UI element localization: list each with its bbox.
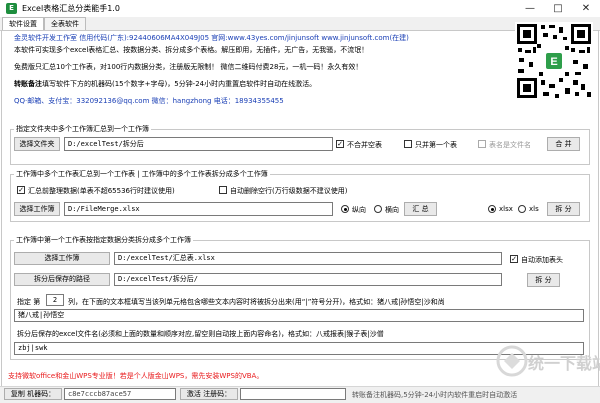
auto-header-label: 自动添加表头 xyxy=(521,256,563,264)
merge-button[interactable]: 合 并 xyxy=(547,137,580,151)
vertical-label: 纵向 xyxy=(352,206,366,214)
excel-green-icon: E xyxy=(6,3,17,14)
xlsx-label: xlsx xyxy=(499,205,513,213)
vertical-radio[interactable] xyxy=(341,205,349,213)
skip-empty-label: 不合并空表 xyxy=(347,141,382,149)
auto-delete-empty-checkbox[interactable] xyxy=(219,186,227,194)
wps-support-note: 支持微软office和金山WPS专业版！若是个人版金山WPS，需先安装WPS的V… xyxy=(8,372,264,380)
section2-title: 工作簿中多个工作表汇总到一个工作表 | 工作簿中的多个工作表拆分成多个工作簿 xyxy=(14,169,270,179)
summary-button[interactable]: 汇 总 xyxy=(404,202,437,216)
qr-code-image: E xyxy=(515,22,593,100)
filename-hint: 拆分后保存的excel文件名(必须和上面的数量和顺序对应,留空则自动按上面内容命… xyxy=(17,330,384,338)
copy-machine-code-button[interactable]: 复制 机器码： xyxy=(4,388,62,400)
svg-text:E: E xyxy=(550,56,557,68)
window-title: Excel表格汇总分类能手1.0 xyxy=(22,4,120,13)
source-workbook-input[interactable]: D:/excelTest/汇总表.xlsx xyxy=(114,252,502,265)
register-prefix: 转账备注 xyxy=(14,80,42,88)
horizontal-radio[interactable] xyxy=(374,205,382,213)
split-sheets-button[interactable]: 拆 分 xyxy=(547,202,580,216)
select-folder-button[interactable]: 选择文件夹 xyxy=(14,137,60,151)
only-first-label: 只并第一个表 xyxy=(415,141,457,149)
keywords-input[interactable]: 猪八戒|孙悟空 xyxy=(14,309,584,322)
auto-header-checkbox[interactable]: ✓ xyxy=(510,255,518,263)
save-path-button[interactable]: 拆分后保存的路径 xyxy=(14,273,110,286)
select-source-workbook-button[interactable]: 选择工作簿 xyxy=(14,252,110,265)
minimize-button[interactable]: — xyxy=(516,0,544,17)
company-info: 金灵软件开发工作室 信用代码(广东):92440606MA4X049J05 官网… xyxy=(14,34,409,42)
select-workbook-button[interactable]: 选择工作簿 xyxy=(14,202,60,216)
summarize-data-label: 汇总前整理数据(单表不超65536行时建议使用) xyxy=(28,187,175,195)
tab-software-settings[interactable]: 软件设置 xyxy=(2,17,44,31)
contact-info: QQ·邮箱、支付宝：332092136@qq.com 微信：hangzhong … xyxy=(14,97,284,105)
register-text: 填写软件下方的机器码(15个数字+字母)，5分钟-24小时内重置启软件时自动在线… xyxy=(42,80,317,88)
auto-delete-empty-label: 自动删除空行(万行级数据不建议使用) xyxy=(230,187,348,195)
summarize-data-checkbox[interactable]: ✓ xyxy=(17,186,25,194)
only-first-checkbox[interactable] xyxy=(404,140,412,148)
save-path-input[interactable]: D:/excelTest/拆分后/ xyxy=(114,273,502,286)
register-hint: 转账备注填写软件下方的机器码(15个数字+字母)，5分钟-24小时内重置启软件时… xyxy=(14,79,316,89)
wechat-qr-code: E xyxy=(515,22,593,100)
workbook-path-input[interactable]: D:/FileMerge.xlsx xyxy=(64,202,333,216)
status-text: 转账备注机器码,5分钟-24小时内软件重启时自动激活 xyxy=(352,391,518,399)
register-code-input[interactable] xyxy=(240,388,346,400)
sheetname-as-filename-label: 表名是文件名 xyxy=(489,141,531,149)
activate-register-button[interactable]: 激活 注册码： xyxy=(180,388,238,400)
xlsx-radio[interactable] xyxy=(488,205,496,213)
watermark-text: 统一下载站 xyxy=(528,354,600,373)
split-classify-button[interactable]: 拆 分 xyxy=(527,273,560,287)
title-bar: E Excel表格汇总分类能手1.0 — □ ✕ xyxy=(0,0,600,17)
section1-title: 指定文件夹中多个工作簿汇总到一个工作簿 xyxy=(14,124,151,134)
column-spec-text: 列，在下面的文本框填写当该列单元格包含哪些文本内容时将被拆分出来(用“|”符号分… xyxy=(68,298,445,306)
tab-all-software[interactable]: 全表软件 xyxy=(44,17,86,30)
folder-path-input[interactable]: D:/excelTest/拆分后 xyxy=(64,137,333,151)
maximize-button[interactable]: □ xyxy=(544,0,572,17)
xls-label: xls xyxy=(529,205,539,213)
machine-code-field[interactable]: c8e7cccb87ace57 xyxy=(64,388,176,400)
watermark: 统一下载站 xyxy=(492,336,600,386)
horizontal-label: 横向 xyxy=(385,206,399,214)
skip-empty-checkbox[interactable]: ✓ xyxy=(336,140,344,148)
free-version-text: 免费版只汇总10个工作表，对100行内数据分类，注册版无限制！ 微信二维码付费2… xyxy=(14,63,363,71)
description-text: 本软件可实现多个excel表格汇总、按数据分类、拆分成多个表格。解压即用，无插件… xyxy=(14,46,369,54)
sheetname-as-filename-checkbox[interactable] xyxy=(478,140,486,148)
section3-title: 工作簿中第一个工作表按指定数据分类拆分成多个工作簿 xyxy=(14,235,193,245)
column-spec-prefix: 指定 第 xyxy=(17,298,41,306)
tab-bar xyxy=(0,17,600,31)
xls-radio[interactable] xyxy=(518,205,526,213)
close-button[interactable]: ✕ xyxy=(572,0,600,17)
column-number-input[interactable]: 2 xyxy=(46,294,64,306)
